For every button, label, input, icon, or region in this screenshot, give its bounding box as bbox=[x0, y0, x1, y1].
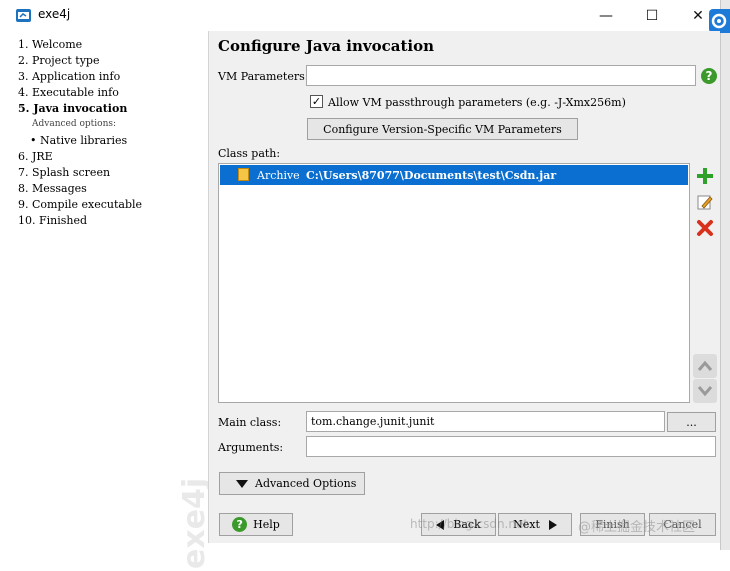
edit-classpath-button[interactable] bbox=[693, 190, 717, 214]
maximize-button[interactable]: ☐ bbox=[629, 0, 675, 31]
advanced-options-button[interactable]: Advanced Options bbox=[219, 472, 365, 495]
maximize-icon: ☐ bbox=[645, 7, 659, 24]
main-class-label: Main class: bbox=[218, 416, 282, 429]
advanced-options-heading: Advanced options: bbox=[32, 119, 117, 129]
wizard-step-list: 1. Welcome 2. Project type 3. Applicatio… bbox=[8, 31, 212, 569]
watermark-text: exe4j bbox=[177, 478, 212, 569]
step-finished[interactable]: 10. Finished bbox=[18, 214, 87, 227]
help-button-label: Help bbox=[253, 518, 280, 531]
step-native-libraries[interactable]: • Native libraries bbox=[30, 134, 127, 147]
chevron-down-icon bbox=[697, 386, 713, 397]
allow-passthrough-label[interactable]: Allow VM passthrough parameters (e.g. -J… bbox=[328, 96, 626, 109]
vm-parameters-field[interactable] bbox=[306, 65, 696, 86]
close-icon: ✕ bbox=[692, 7, 704, 24]
class-path-list[interactable]: Archive C:\Users\87077\Documents\test\Cs… bbox=[218, 163, 690, 403]
help-circle-icon: ? bbox=[232, 517, 248, 532]
checkmark-icon: ✓ bbox=[311, 95, 322, 108]
add-icon bbox=[697, 168, 713, 184]
step-project-type[interactable]: 2. Project type bbox=[18, 54, 99, 67]
class-path-label: Class path: bbox=[218, 147, 281, 160]
help-icon[interactable]: ? bbox=[701, 68, 717, 84]
window-title: exe4j bbox=[38, 7, 71, 21]
title-bar: exe4j — ☐ ✕ bbox=[0, 0, 720, 31]
class-path-entry[interactable]: Archive C:\Users\87077\Documents\test\Cs… bbox=[220, 165, 688, 185]
advanced-options-label: Advanced Options bbox=[255, 477, 357, 490]
triangle-down-icon bbox=[236, 479, 248, 488]
step-compile-executable[interactable]: 9. Compile executable bbox=[18, 198, 142, 211]
class-path-entry-type: Archive bbox=[257, 169, 300, 182]
chevron-up-icon bbox=[697, 360, 713, 371]
floating-app-logo-icon[interactable] bbox=[709, 9, 730, 33]
step-java-invocation[interactable]: 5. Java invocation bbox=[18, 102, 127, 115]
help-button[interactable]: ? Help bbox=[219, 513, 293, 536]
overlay-site-watermark: @稀土掘金技术社区 bbox=[578, 520, 696, 535]
allow-passthrough-checkbox[interactable]: ✓ bbox=[310, 95, 323, 108]
remove-icon bbox=[697, 220, 713, 236]
exe4j-app-icon bbox=[16, 9, 31, 22]
step-messages[interactable]: 8. Messages bbox=[18, 182, 87, 195]
move-down-button[interactable] bbox=[693, 379, 717, 403]
arguments-label: Arguments: bbox=[218, 441, 284, 454]
page-title: Configure Java invocation bbox=[218, 37, 435, 55]
class-path-entry-path: C:\Users\87077\Documents\test\Csdn.jar bbox=[306, 169, 557, 182]
vm-parameters-label: VM Parameters: bbox=[218, 70, 309, 83]
configure-version-specific-button[interactable]: Configure Version-Specific VM Parameters bbox=[307, 118, 578, 140]
browse-main-class-button[interactable]: ... bbox=[667, 412, 716, 432]
arrow-right-icon bbox=[548, 519, 557, 530]
minimize-button[interactable]: — bbox=[583, 0, 629, 31]
overlay-url-watermark: http://blog.csdn.net bbox=[410, 517, 529, 531]
step-executable-info[interactable]: 4. Executable info bbox=[18, 86, 119, 99]
jar-archive-icon bbox=[238, 168, 249, 181]
step-welcome[interactable]: 1. Welcome bbox=[18, 38, 82, 51]
edit-icon bbox=[697, 195, 713, 210]
add-classpath-button[interactable] bbox=[693, 164, 717, 188]
arguments-field[interactable] bbox=[306, 436, 716, 457]
remove-classpath-button[interactable] bbox=[693, 216, 717, 240]
minimize-icon: — bbox=[599, 7, 613, 24]
step-splash-screen[interactable]: 7. Splash screen bbox=[18, 166, 110, 179]
step-application-info[interactable]: 3. Application info bbox=[18, 70, 120, 83]
main-class-field[interactable]: tom.change.junit.junit bbox=[306, 411, 665, 432]
move-up-button[interactable] bbox=[693, 354, 717, 378]
background-window-strip bbox=[720, 0, 730, 550]
step-jre[interactable]: 6. JRE bbox=[18, 150, 53, 163]
